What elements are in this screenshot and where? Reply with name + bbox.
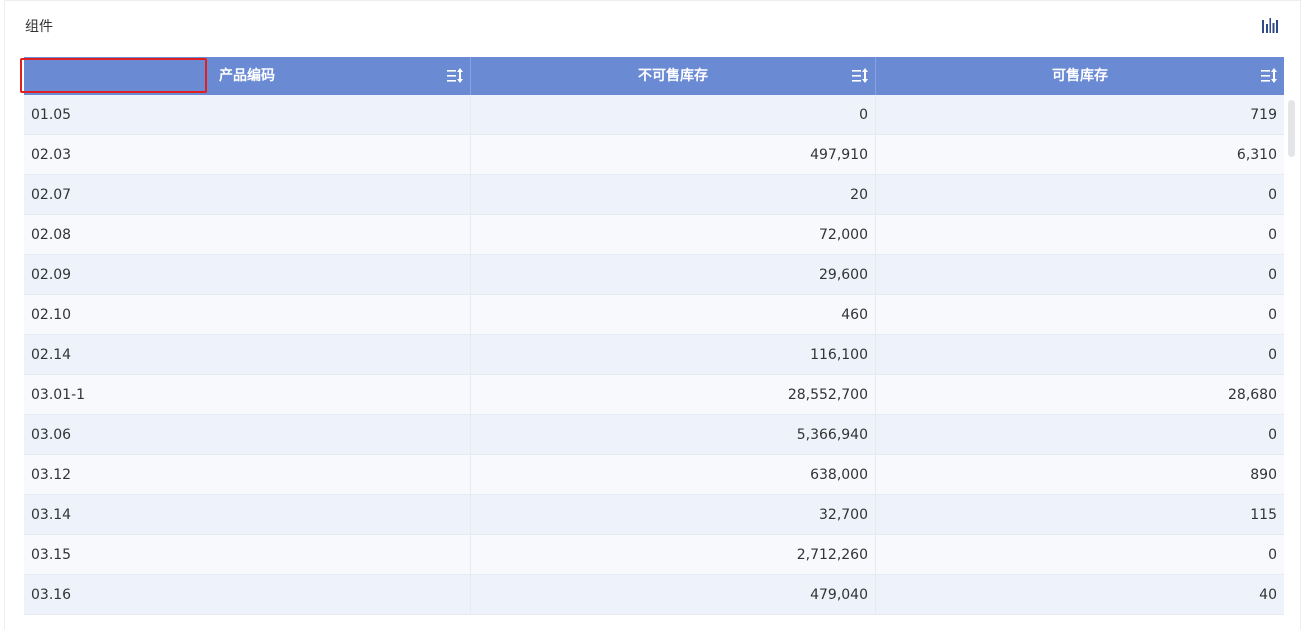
bar-chart-icon-graphic	[1262, 18, 1278, 33]
cell-sellable-stock: 0	[1268, 547, 1277, 563]
cell-product-code: 03.06	[24, 415, 471, 455]
bar-chart-icon[interactable]	[1260, 16, 1280, 36]
table-row[interactable]: 03.14 32,700 115	[24, 495, 1284, 535]
cell-product-code: 02.14	[24, 335, 471, 375]
cell-sellable-stock: 0	[1268, 427, 1277, 443]
cell-product-code: 02.07	[24, 175, 471, 215]
vertical-scrollbar[interactable]	[1288, 100, 1295, 157]
cell-product-code: 03.14	[24, 495, 471, 535]
cell-unsellable-stock: 460	[471, 295, 876, 335]
cell-sellable-stock: 890	[1250, 467, 1277, 483]
inventory-table: 产品编码 不可售库存 可售库存 01.05 0 719 02.03 497,91…	[24, 57, 1284, 630]
cell-sellable-stock: 0	[1268, 267, 1277, 283]
cell-unsellable-stock: 29,600	[471, 255, 876, 295]
table-row[interactable]: 02.09 29,600 0	[24, 255, 1284, 295]
panel-title: 组件	[25, 19, 53, 35]
cell-sellable-stock: 0	[1268, 187, 1277, 203]
cell-product-code: 02.09	[24, 255, 471, 295]
table-row[interactable]: 03.15 2,712,260 0	[24, 535, 1284, 575]
sort-icon[interactable]	[1260, 67, 1278, 85]
cell-unsellable-stock: 20	[471, 175, 876, 215]
column-header-sellable-stock[interactable]: 可售库存	[876, 57, 1284, 95]
cell-unsellable-stock: 497,910	[471, 135, 876, 175]
sort-icon[interactable]	[851, 67, 869, 85]
cell-product-code: 02.03	[24, 135, 471, 175]
column-header-label: 可售库存	[1052, 68, 1108, 84]
cell-sellable-stock: 0	[1268, 227, 1277, 243]
cell-unsellable-stock: 116,100	[471, 335, 876, 375]
cell-unsellable-stock: 72,000	[471, 215, 876, 255]
cell-unsellable-stock: 5,366,940	[471, 415, 876, 455]
column-header-unsellable-stock[interactable]: 不可售库存	[471, 57, 876, 95]
cell-product-code: 03.16	[24, 575, 471, 615]
cell-sellable-stock: 0	[1268, 307, 1277, 323]
table-row[interactable]: 03.16 479,040 40	[24, 575, 1284, 615]
column-header-label: 不可售库存	[638, 68, 708, 84]
column-header-label: 产品编码	[219, 68, 275, 84]
cell-sellable-stock: 40	[1259, 587, 1277, 603]
cell-product-code: 01.05	[24, 95, 471, 135]
cell-unsellable-stock: 2,712,260	[471, 535, 876, 575]
table-header: 产品编码 不可售库存 可售库存	[24, 57, 1284, 95]
table-row[interactable]: 01.05 0 719	[24, 95, 1284, 135]
table-row[interactable]: 02.07 20 0	[24, 175, 1284, 215]
table-row[interactable]: 03.01-1 28,552,700 28,680	[24, 375, 1284, 415]
cell-unsellable-stock: 479,040	[471, 575, 876, 615]
cell-sellable-stock: 719	[1250, 107, 1277, 123]
cell-sellable-stock: 6,310	[1236, 147, 1277, 163]
cell-product-code: 03.01-1	[24, 375, 471, 415]
cell-unsellable-stock: 0	[471, 95, 876, 135]
table-row[interactable]: 03.06 5,366,940 0	[24, 415, 1284, 455]
cell-product-code: 03.15	[24, 535, 471, 575]
cell-sellable-stock: 115	[1250, 507, 1277, 523]
table-row[interactable]: 02.10 460 0	[24, 295, 1284, 335]
cell-unsellable-stock: 28,552,700	[471, 375, 876, 415]
table-body: 01.05 0 719 02.03 497,910 6,310 02.07 20…	[24, 95, 1284, 615]
sort-icon[interactable]	[446, 67, 464, 85]
cell-product-code: 02.08	[24, 215, 471, 255]
cell-unsellable-stock: 32,700	[471, 495, 876, 535]
cell-sellable-stock: 0	[1268, 347, 1277, 363]
table-row[interactable]: 02.14 116,100 0	[24, 335, 1284, 375]
cell-unsellable-stock: 638,000	[471, 455, 876, 495]
cell-product-code: 03.12	[24, 455, 471, 495]
cell-sellable-stock: 28,680	[1228, 387, 1277, 403]
table-row[interactable]: 02.08 72,000 0	[24, 215, 1284, 255]
column-header-product-code[interactable]: 产品编码	[24, 57, 471, 95]
table-row[interactable]: 02.03 497,910 6,310	[24, 135, 1284, 175]
table-row[interactable]: 03.12 638,000 890	[24, 455, 1284, 495]
cell-product-code: 02.10	[24, 295, 471, 335]
